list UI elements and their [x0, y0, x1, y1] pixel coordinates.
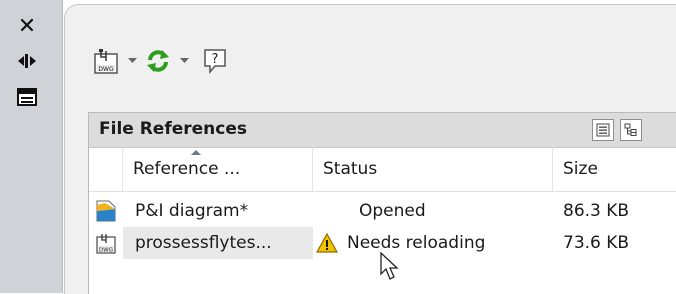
- xref-toolbar: DWG ?: [90, 40, 230, 82]
- chevron-down-icon: [179, 58, 189, 63]
- status-text: Opened: [359, 201, 426, 221]
- list-view-button[interactable]: [592, 119, 614, 141]
- column-status-label: Status: [323, 159, 378, 179]
- help-button[interactable]: ?: [200, 46, 230, 76]
- refresh-icon: [147, 50, 169, 72]
- attach-dropdown-arrow[interactable]: [126, 46, 138, 76]
- auto-hide-icon: [18, 54, 36, 68]
- column-header-row: Reference ... Status Size: [89, 147, 676, 192]
- file-references-title: File References: [99, 119, 248, 139]
- reference-name: P&I diagram*: [135, 201, 249, 221]
- close-palette-button[interactable]: ✕: [9, 14, 45, 40]
- refresh-dropdown-arrow[interactable]: [178, 46, 190, 76]
- file-references-header: File References: [89, 113, 676, 148]
- sort-ascending-icon: [191, 150, 201, 155]
- chevron-down-icon: [127, 58, 137, 63]
- tree-view-button[interactable]: [620, 119, 642, 141]
- column-status[interactable]: Status: [313, 147, 553, 191]
- tree-view-icon: [624, 123, 637, 136]
- svg-text:DWG: DWG: [98, 66, 114, 73]
- row-type-cell: [95, 195, 117, 227]
- status-cell: Needs reloading: [315, 227, 485, 259]
- column-reference-label: Reference ...: [133, 159, 241, 179]
- properties-icon: [17, 88, 37, 106]
- row-type-cell: DWG: [95, 227, 117, 259]
- auto-hide-button[interactable]: [9, 48, 45, 74]
- help-icon: ?: [204, 49, 226, 74]
- dwg-file-icon: DWG: [96, 234, 116, 254]
- svg-text:DWG: DWG: [99, 248, 113, 254]
- attach-dwg-button[interactable]: DWG: [90, 45, 122, 77]
- close-icon: ✕: [17, 14, 37, 39]
- list-view-icon: [596, 123, 610, 137]
- column-size-label: Size: [563, 159, 598, 179]
- drawing-folder-icon: [96, 200, 116, 222]
- file-size: 86.3 KB: [563, 201, 630, 221]
- refresh-button[interactable]: [142, 45, 174, 77]
- table-row[interactable]: P&I diagram* Opened 86.3 KB: [89, 195, 676, 227]
- warning-icon: [315, 232, 339, 253]
- column-reference-name[interactable]: Reference ...: [123, 147, 313, 191]
- mouse-pointer-icon: [380, 252, 399, 280]
- svg-text:?: ?: [212, 52, 219, 67]
- icon-column-header: [89, 147, 123, 191]
- status-text: Needs reloading: [347, 233, 486, 253]
- properties-button[interactable]: [9, 84, 45, 110]
- palette-side-strip: ✕: [0, 0, 63, 293]
- reference-name: prossessflytes...: [135, 233, 272, 253]
- column-size[interactable]: Size: [553, 147, 676, 191]
- file-size: 73.6 KB: [563, 233, 630, 253]
- attach-dwg-icon: DWG: [94, 49, 118, 74]
